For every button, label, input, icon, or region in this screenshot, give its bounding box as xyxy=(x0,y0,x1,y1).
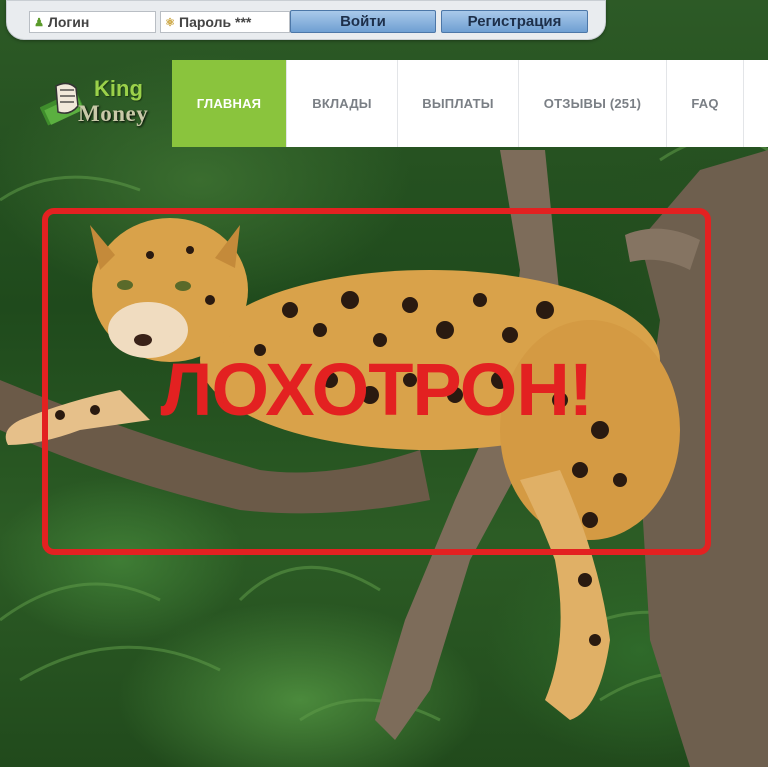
login-field[interactable]: ♟ Логин xyxy=(29,11,156,33)
login-placeholder: Логин xyxy=(48,14,90,30)
nav-item-home[interactable]: ГЛАВНАЯ xyxy=(172,60,287,147)
user-icon: ♟ xyxy=(34,16,44,29)
site-logo[interactable]: King Money xyxy=(40,76,158,134)
logo-king-text: King xyxy=(94,76,143,101)
key-icon: ⚛ xyxy=(165,16,175,29)
nav-item-reviews[interactable]: ОТЗЫВЫ (251) xyxy=(519,60,667,147)
login-bar: ♟ Логин ⚛ Пароль *** Войти Регистрация xyxy=(6,0,606,40)
scam-stamp-text: ЛОХОТРОН! xyxy=(160,348,594,431)
logo-money-text: Money xyxy=(78,101,149,126)
nav-item-deposits[interactable]: ВКЛАДЫ xyxy=(287,60,398,147)
nav-item-faq[interactable]: FAQ xyxy=(667,60,744,147)
nav-item-payouts[interactable]: ВЫПЛАТЫ xyxy=(398,60,519,147)
register-button[interactable]: Регистрация xyxy=(441,10,588,33)
password-field[interactable]: ⚛ Пароль *** xyxy=(160,11,290,33)
login-button[interactable]: Войти xyxy=(290,10,436,33)
main-nav: ГЛАВНАЯ ВКЛАДЫ ВЫПЛАТЫ ОТЗЫВЫ (251) FAQ xyxy=(172,60,768,147)
password-placeholder: Пароль *** xyxy=(179,14,252,30)
